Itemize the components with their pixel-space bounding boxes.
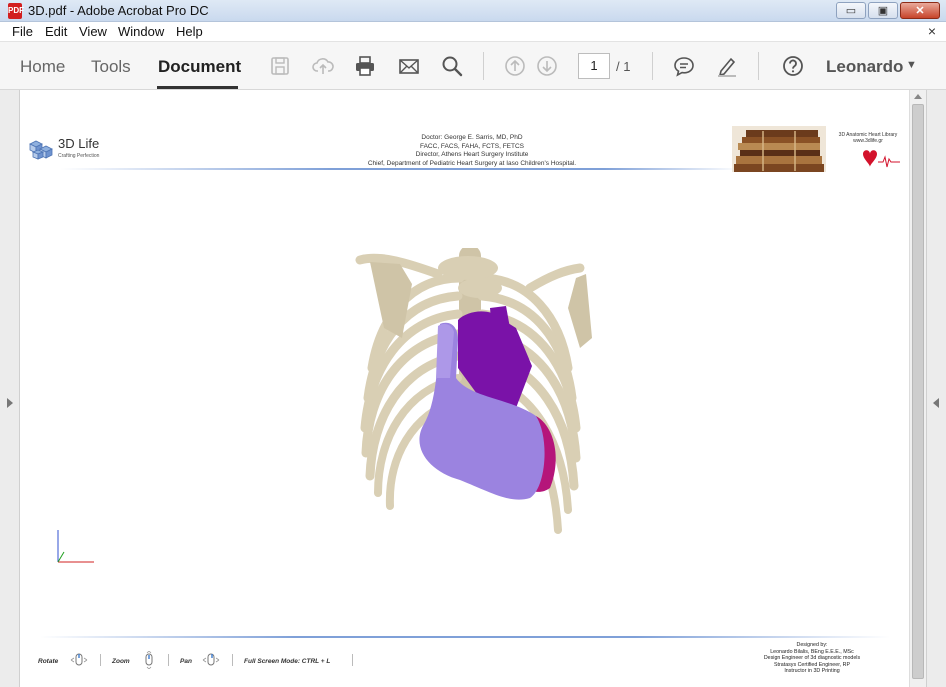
books-image [732, 126, 826, 172]
right-pane-toggle[interactable] [926, 90, 946, 687]
control-rotate-label: Rotate [38, 658, 59, 665]
menu-bar: File Edit View Window Help × [0, 22, 946, 42]
3d-life-logo-icon [29, 140, 53, 160]
print-icon[interactable] [353, 54, 377, 78]
footer-divider [40, 636, 890, 638]
mouse-pan-icon [202, 653, 220, 666]
credit-line: Design Engineer of 3d diagnostic models [763, 655, 861, 662]
page-number-input[interactable]: 1 [578, 53, 610, 79]
pdf-header: 3D Life Crafting Perfection Doctor: Geor… [20, 120, 909, 178]
doctor-credentials: Doctor: George E. Sarris, MD, PhD FACC, … [320, 134, 624, 168]
library-url: www.3dlife.gr [853, 138, 883, 144]
chevron-right-icon[interactable] [7, 398, 13, 408]
control-pan-label: Pan [180, 658, 192, 665]
page-total: / 1 [616, 59, 631, 74]
menu-edit[interactable]: Edit [45, 24, 67, 39]
menu-help[interactable]: Help [176, 24, 203, 39]
control-divider [100, 654, 101, 666]
toolbar-divider [758, 52, 759, 80]
doctor-line: FACC, FACS, FAHA, FCTS, FETCS [419, 142, 524, 150]
header-divider [60, 168, 740, 170]
credit-line: Instructor in 3D Printing [784, 668, 840, 675]
axes-icon [57, 530, 94, 563]
heart-icon [863, 150, 900, 168]
page-up-icon[interactable] [503, 54, 527, 78]
control-divider [168, 654, 169, 666]
mouse-zoom-icon [145, 651, 153, 669]
doctor-line: Director, Athens Heart Surgery Institute [415, 151, 529, 158]
sign-icon[interactable] [715, 54, 739, 78]
save-icon[interactable] [268, 54, 292, 78]
upload-icon[interactable] [311, 54, 335, 78]
menu-window[interactable]: Window [118, 24, 164, 39]
document-viewer: 3D Life Crafting Perfection Doctor: Geor… [0, 90, 946, 687]
menu-view[interactable]: View [79, 24, 107, 39]
main-toolbar: Home Tools Document 1 / 1 Leonardo ▼ [0, 42, 946, 90]
minimize-button[interactable]: ▭ [836, 2, 866, 19]
left-pane-toggle[interactable] [0, 90, 20, 687]
scrollbar-thumb[interactable] [912, 104, 924, 679]
tab-tools[interactable]: Tools [91, 57, 131, 77]
3d-heart-model[interactable] [340, 248, 600, 540]
email-icon[interactable] [397, 54, 421, 78]
doctor-line: Doctor: George E. Sarris, MD, PhD [421, 134, 523, 141]
control-divider [352, 654, 353, 666]
pdf-file-icon: PDF [8, 3, 24, 19]
page-down-icon[interactable] [535, 54, 559, 78]
credit-line: Stratasys Certified Engineer, RP [774, 661, 850, 668]
vertical-scrollbar[interactable] [909, 90, 926, 687]
comment-icon[interactable] [672, 54, 696, 78]
menu-file[interactable]: File [12, 24, 33, 39]
window-title-bar: PDF 3D.pdf - Adobe Acrobat Pro DC ▭ ▣ ✕ [0, 0, 946, 22]
chevron-left-icon[interactable] [933, 398, 939, 408]
doctor-line: Chief, Department of Pediatric Heart Sur… [367, 159, 577, 167]
user-menu[interactable]: Leonardo [826, 57, 903, 77]
credit-line: Leonardo Bilalis, BEng E.E.E., MSc [770, 648, 854, 655]
help-icon[interactable] [781, 54, 805, 78]
search-icon[interactable] [440, 54, 464, 78]
toolbar-divider [652, 52, 653, 80]
pdf-page: 3D Life Crafting Perfection Doctor: Geor… [20, 90, 909, 687]
window-title: 3D.pdf - Adobe Acrobat Pro DC [28, 3, 209, 18]
control-divider [232, 654, 233, 666]
active-tab-indicator [157, 86, 238, 89]
scroll-up-icon[interactable] [914, 94, 922, 99]
credit-line: Designed by: [796, 642, 828, 648]
control-fullscreen-label: Full Screen Mode: CTRL + L [244, 658, 331, 665]
tab-document[interactable]: Document [158, 57, 241, 77]
mouse-rotate-icon [70, 653, 88, 666]
logo-name: 3D Life [58, 136, 100, 151]
designer-credits: Designed by: Leonardo Bilalis, BEng E.E.… [738, 642, 886, 675]
toolbar-divider [483, 52, 484, 80]
control-zoom-label: Zoom [112, 658, 130, 665]
tab-home[interactable]: Home [20, 57, 65, 77]
chevron-down-icon[interactable]: ▼ [906, 59, 917, 71]
close-document-button[interactable]: × [928, 23, 936, 39]
logo-tagline: Crafting Perfection [58, 153, 100, 159]
close-window-button[interactable]: ✕ [900, 2, 940, 19]
maximize-button[interactable]: ▣ [868, 2, 898, 19]
